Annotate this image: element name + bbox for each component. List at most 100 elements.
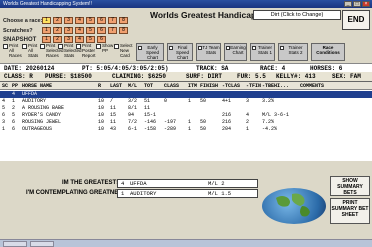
column-header[interactable]: LAST	[110, 82, 122, 90]
column-header[interactable]: FINISH	[200, 82, 218, 90]
checkbox[interactable]	[252, 46, 256, 50]
checkbox[interactable]	[96, 44, 101, 49]
option-show-pp[interactable]: Show PP	[96, 43, 114, 61]
race-button-7[interactable]: 7	[108, 17, 117, 24]
column-header[interactable]: HORSE NAME	[22, 82, 52, 90]
table-cell: 4	[246, 112, 250, 118]
race-button-2[interactable]: 2	[53, 17, 62, 24]
option-print-all-races[interactable]: Print All Races	[3, 43, 22, 61]
window-title-bar: Worlds Greatest Handicapping System!!	[0, 0, 372, 8]
column-header[interactable]: -TFIN	[246, 82, 261, 90]
end-button[interactable]: END	[342, 10, 370, 30]
table-row[interactable]: 3 6 ROUSING JEWEL 10 11 7/2 -146 -197 1 50 216 2 7.2…	[0, 119, 372, 126]
checkbox[interactable]	[280, 46, 284, 50]
snapshot-button-5[interactable]: 5	[86, 36, 95, 43]
second-pick-number: 1	[121, 190, 125, 197]
minimize-icon[interactable]: _	[344, 1, 352, 7]
table-cell: OUTRAGEOUS	[22, 126, 53, 132]
greatest-label: IM THE GREATEST!!	[62, 180, 121, 186]
column-header[interactable]: PP	[12, 82, 18, 90]
table-cell: 4	[2, 98, 6, 104]
table-row[interactable]: 52 A ROUSING BABE 10 11 8/1 11	[0, 105, 372, 112]
surface-toggle-button[interactable]: Dirt (Click to Change)	[253, 10, 341, 20]
checkbox[interactable]	[3, 44, 8, 49]
race-button-8[interactable]: 8	[119, 17, 128, 24]
scratch-button-2[interactable]: 2	[53, 27, 62, 34]
table-cell: 10	[98, 105, 105, 111]
snapshot-button-3[interactable]: 3	[64, 36, 73, 43]
print-summary-bet-sheet-button[interactable]: PRINT SUMMARY BET SHEET	[330, 198, 370, 224]
table-cell: 8/1	[128, 105, 138, 111]
option-button-tj-team-stats[interactable]: TJ Team Stats	[196, 43, 221, 61]
surface: SURF: DIRT	[186, 73, 223, 80]
table-row[interactable]: 6 5 RYDER'S CANDY 10 15 94 15-1 216 4 M/L 3-6-1	[0, 112, 372, 119]
race-button-3[interactable]: 3	[64, 17, 73, 24]
taskbar	[0, 239, 372, 247]
checkbox[interactable]	[114, 44, 119, 49]
scratch-button-4[interactable]: 4	[75, 27, 84, 34]
column-header[interactable]: SC	[2, 82, 8, 90]
option-button-early-speed-chart[interactable]: Early Speed Chart	[136, 43, 164, 61]
maximize-icon[interactable]: □	[353, 1, 361, 7]
table-cell: 3	[246, 98, 250, 104]
option-button-label: Race Conditions	[316, 45, 340, 55]
checkbox[interactable]	[226, 46, 230, 50]
taskbar-item[interactable]	[3, 241, 27, 247]
scratch-button-3[interactable]: 3	[64, 27, 73, 34]
snapshot-button-2[interactable]: 2	[53, 36, 62, 43]
table-cell: ROUSING JEWEL	[22, 119, 62, 125]
table-cell: /	[110, 98, 114, 104]
scratch-button-7[interactable]: 7	[108, 27, 117, 34]
option-button-race-conditions[interactable]: Race Conditions	[311, 43, 345, 61]
scratch-button-1[interactable]: 1	[42, 27, 51, 34]
column-header[interactable]: -TBEHI...	[262, 82, 289, 90]
race-button-5[interactable]: 5	[86, 17, 95, 24]
table-header: SC PP HORSE NAME R LAST M/L TOT CLASS ITM FINISH -…	[0, 82, 372, 90]
scratch-button-8[interactable]: 8	[119, 27, 128, 34]
close-icon[interactable]: ×	[362, 1, 370, 7]
table-cell: 10	[98, 126, 105, 132]
scratch-button-5[interactable]: 5	[86, 27, 95, 34]
checkbox[interactable]	[76, 44, 81, 49]
snapshot-button-4[interactable]: 4	[75, 36, 84, 43]
checkbox[interactable]	[138, 46, 142, 50]
table-cell: 216	[222, 112, 232, 118]
checkbox[interactable]	[40, 44, 45, 49]
column-header[interactable]: ITM	[188, 82, 197, 90]
checkbox[interactable]	[169, 46, 173, 50]
scratch-button-6[interactable]: 6	[97, 27, 106, 34]
column-header[interactable]: R	[98, 82, 101, 90]
column-header[interactable]: TOT	[144, 82, 153, 90]
table-cell: 11	[110, 105, 117, 111]
race-button-4[interactable]: 4	[75, 17, 84, 24]
option-button-trainer-stats-2[interactable]: Trainer Stats 2	[278, 43, 308, 61]
race-button-1[interactable]: 1	[42, 17, 51, 24]
checkbox[interactable]	[22, 44, 27, 49]
option-print-all-stats[interactable]: Print All Stats	[22, 43, 40, 61]
race-date-bar: DATE: 20260124 PT: 5:05/4:05/3:05/2:05) …	[0, 63, 372, 72]
table-row[interactable]: 4 UFFDA	[0, 91, 372, 98]
table-cell: 15	[110, 112, 117, 118]
column-header[interactable]: COMMENTS	[300, 82, 324, 90]
option-print-selected-stats[interactable]: Print Selected Stats	[58, 43, 82, 61]
checkbox[interactable]	[58, 44, 63, 49]
race-button-6[interactable]: 6	[97, 17, 106, 24]
column-header[interactable]: CLASS	[164, 82, 179, 90]
checkbox[interactable]	[198, 46, 202, 50]
column-header[interactable]: -TCLAS	[222, 82, 240, 90]
claiming: CLAIMING: $6250	[112, 73, 167, 80]
show-summary-bets-button[interactable]: SHOW SUMMARY BETS	[330, 176, 370, 196]
taskbar-item[interactable]	[30, 241, 54, 247]
table-cell: UFFDA	[22, 91, 38, 97]
table-row[interactable]: 1 6 OUTRAGEOUS 10 43 6-1 -158 -289 1 50 204 1 -4.2%	[0, 126, 372, 133]
column-header[interactable]: M/L	[128, 82, 137, 90]
table-row[interactable]: 4 1 AUDITORY 10/3/2 51 0 1 50 4+1 3 3.2%	[0, 98, 372, 105]
option-print-poster-report[interactable]: Print Poster Report	[76, 43, 96, 61]
option-button-earning-chart[interactable]: Earning Chart	[224, 43, 247, 61]
option-button-trainer-stats-1[interactable]: Trainer Stats 1	[250, 43, 275, 61]
option-print-selected-races[interactable]: Print Selected Races	[40, 43, 64, 61]
snapshot-button-6[interactable]: 6	[97, 36, 106, 43]
option-select-new-card[interactable]: Select New Card	[114, 43, 133, 61]
option-button-final-speed-chart[interactable]: Final Speed Chart	[167, 43, 193, 61]
snapshot-button-1[interactable]: 1	[42, 36, 51, 43]
